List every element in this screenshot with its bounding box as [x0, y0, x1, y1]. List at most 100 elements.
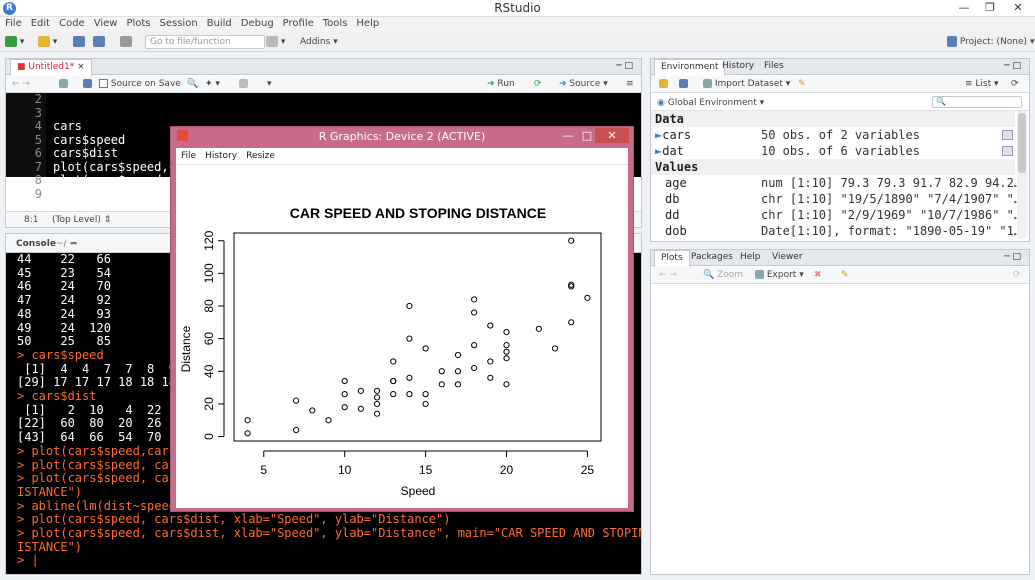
y-tick-label: 80	[202, 299, 216, 313]
pane-minmax-icon[interactable]: ─ □	[1004, 61, 1021, 71]
data-point	[471, 342, 478, 349]
x-axis-label: Speed	[401, 484, 436, 498]
run-button[interactable]: ➜ Run	[487, 78, 515, 90]
view-mode-select[interactable]: ≡ List ▾	[965, 78, 999, 90]
data-point	[438, 381, 445, 388]
menu-plots[interactable]: Plots	[121, 17, 154, 29]
graphics-menu-file[interactable]: File	[176, 148, 200, 161]
zoom-icon: 🔍	[703, 270, 715, 280]
env-var-value: 50 obs. of 2 variables	[761, 128, 920, 142]
addins-menu[interactable]: Addins ▾	[300, 36, 338, 48]
data-point	[341, 404, 348, 411]
refresh-icon[interactable]: ⟳	[1013, 269, 1021, 281]
source-button[interactable]: ➜ Source ▾	[559, 78, 608, 90]
tab-files[interactable]: Files	[758, 59, 790, 75]
back-forward-icon[interactable]: ← →	[12, 78, 30, 90]
env-search-input[interactable]: 🔍	[932, 96, 1022, 108]
scope-selector[interactable]: (Top Level) ⇕	[52, 214, 111, 226]
project-menu[interactable]: Project: (None) ▾	[947, 36, 1034, 48]
tab-viewer[interactable]: Viewer	[766, 250, 809, 266]
goto-file-input[interactable]: Go to file/function	[145, 35, 265, 49]
menu-edit[interactable]: Edit	[26, 17, 54, 29]
save-icon[interactable]	[73, 36, 85, 48]
data-point	[357, 405, 364, 412]
save-workspace-icon[interactable]	[679, 78, 688, 90]
tab-untitled1[interactable]: ■ Untitled1* ×	[10, 59, 92, 76]
source-label: Source	[569, 79, 601, 89]
graphics-close-button[interactable]: ✕	[595, 128, 629, 143]
data-point	[503, 329, 510, 336]
env-var-name: age	[665, 176, 687, 190]
grid-layout-icon[interactable]: ▾	[266, 36, 285, 48]
save-all-icon[interactable]	[93, 36, 105, 48]
data-point	[551, 345, 559, 352]
source-on-save-checkbox[interactable]: Source on Save	[99, 78, 181, 90]
find-icon[interactable]: 🔍	[187, 78, 198, 90]
menu-tools[interactable]: Tools	[318, 17, 352, 29]
menu-build[interactable]: Build	[202, 17, 236, 29]
data-point	[422, 400, 429, 408]
pane-minmax-icon[interactable]: ─ □	[616, 61, 633, 71]
menu-code[interactable]: Code	[54, 17, 89, 29]
tab-packages[interactable]: Packages	[685, 250, 739, 266]
minimize-button[interactable]: —	[951, 0, 977, 16]
x-tick-label: 25	[581, 463, 595, 477]
data-point	[373, 400, 381, 408]
close-tab-icon[interactable]: ×	[77, 62, 85, 72]
print-icon[interactable]	[120, 36, 132, 48]
save-file-icon[interactable]	[83, 78, 92, 90]
compile-report-icon[interactable]	[239, 78, 248, 90]
env-scrollbar[interactable]	[1017, 111, 1027, 239]
graphics-menu-history[interactable]: History	[200, 148, 241, 161]
source-on-save-label: Source on Save	[110, 79, 181, 89]
menu-view[interactable]: View	[89, 17, 122, 29]
code-line: plot(cars$speed, c	[53, 173, 184, 187]
menu-profile[interactable]: Profile	[278, 17, 318, 29]
pane-minmax-icon[interactable]: ─ □	[1004, 252, 1021, 262]
env-row-dob[interactable]: dob Date[1:10], format: "1890-05-19" "1…	[651, 223, 1021, 239]
r-globe-icon: ◉	[657, 98, 665, 108]
open-file-icon[interactable]: ▾	[38, 36, 57, 48]
tab-history[interactable]: History	[716, 59, 760, 75]
env-row-db[interactable]: db chr [1:10] "19/5/1890" "7/4/1907" "…	[651, 191, 1021, 207]
export-button[interactable]: Export ▾	[755, 269, 804, 281]
clear-broom-icon[interactable]: ✎	[798, 78, 806, 90]
env-var-value: 10 obs. of 6 variables	[761, 144, 920, 158]
tab-environment[interactable]: Environment	[654, 59, 726, 76]
data-point	[454, 351, 462, 359]
refresh-icon[interactable]: ⟳	[1011, 78, 1019, 90]
run-icon: ➜	[487, 79, 495, 89]
data-point	[438, 368, 445, 375]
rerun-icon[interactable]: ⟳	[534, 78, 542, 90]
zoom-button[interactable]: 🔍 Zoom	[703, 269, 743, 281]
show-in-window-icon[interactable]	[59, 78, 68, 90]
env-row-dat[interactable]: ►dat 10 obs. of 6 variables	[651, 143, 1015, 159]
data-point	[341, 377, 348, 385]
code-tools-icon[interactable]: ✦ ▾	[205, 78, 220, 90]
close-button[interactable]: ✕	[1005, 0, 1031, 16]
menu-file[interactable]: File	[0, 17, 26, 29]
env-row-cars[interactable]: ►cars 50 obs. of 2 variables	[651, 127, 1015, 143]
remove-plot-icon[interactable]: ✖	[814, 269, 822, 281]
load-workspace-icon[interactable]	[659, 78, 668, 90]
plot-back-forward-icon[interactable]: ← →	[659, 269, 677, 281]
env-row-dd[interactable]: dd chr [1:10] "2/9/1969" "10/7/1986" "…	[651, 207, 1021, 223]
view-table-icon[interactable]	[1002, 146, 1013, 156]
view-table-icon[interactable]	[1002, 130, 1013, 140]
clear-plots-icon[interactable]: ✎	[841, 269, 849, 281]
scope-dropdown[interactable]: ◉ Global Environment ▾	[657, 97, 764, 109]
x-tick-label: 20	[500, 463, 514, 477]
env-var-name: db	[665, 192, 680, 206]
new-file-icon[interactable]: ▾	[5, 36, 24, 48]
env-row-age[interactable]: age num [1:10] 79.3 79.3 91.7 82.9 94.2…	[651, 175, 1021, 191]
graphics-menu-resize[interactable]: Resize	[241, 148, 279, 161]
maximize-button[interactable]: ❐	[977, 0, 1003, 16]
goto-dir-icon[interactable]: ➦	[70, 238, 78, 250]
menu-help[interactable]: Help	[351, 17, 383, 29]
import-dataset-button[interactable]: Import Dataset ▾	[703, 78, 790, 90]
more-icon[interactable]: ▾	[267, 78, 272, 90]
outline-icon[interactable]: ≡	[626, 78, 634, 90]
menu-session[interactable]: Session	[155, 17, 202, 29]
menu-debug[interactable]: Debug	[236, 17, 278, 29]
tab-help[interactable]: Help	[734, 250, 767, 266]
